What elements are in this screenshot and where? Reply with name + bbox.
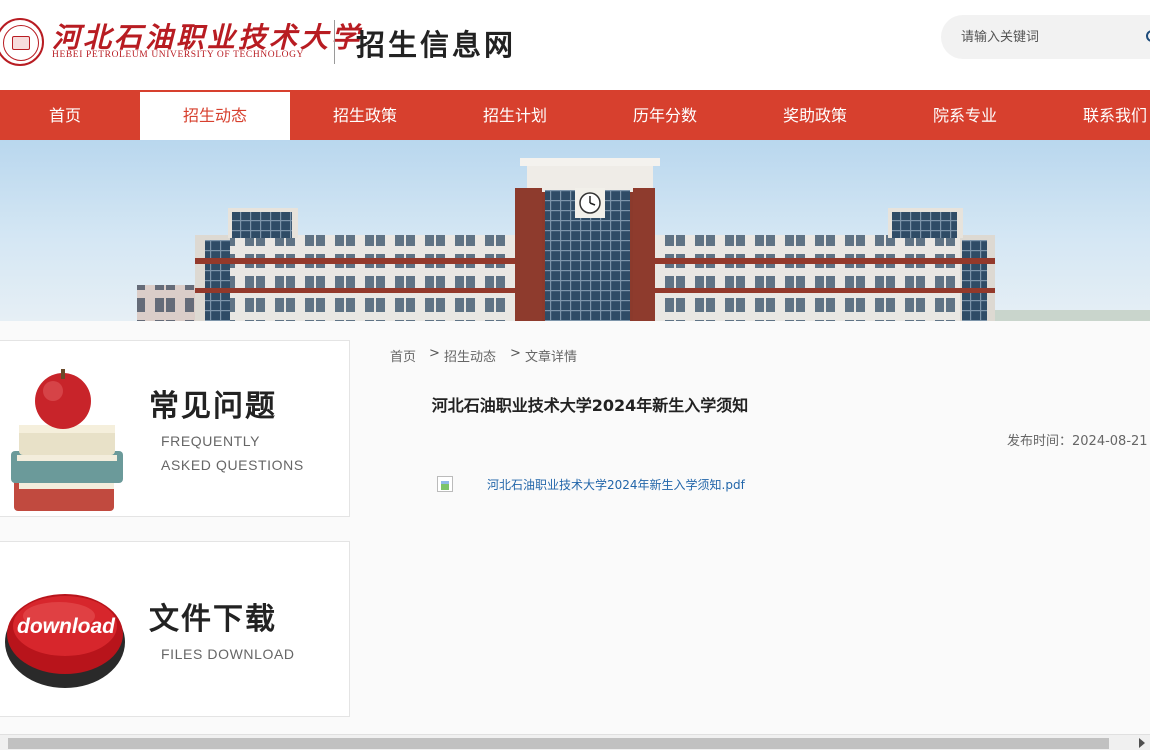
attachment-link[interactable]: 河北石油职业技术大学2024年新生入学须知.pdf xyxy=(487,476,745,493)
breadcrumb-separator: > xyxy=(429,346,440,361)
article-title: 河北石油职业技术大学2024年新生入学须知 xyxy=(431,396,749,415)
scroll-right-arrow-icon[interactable] xyxy=(1139,738,1145,748)
faq-subtitle-line1: FREQUENTLY xyxy=(161,433,261,449)
main-nav: 首页 招生动态 招生政策 招生计划 历年分数 奖助政策 院系专业 联系我们 xyxy=(0,90,1150,140)
nav-item-departments[interactable]: 院系专业 xyxy=(890,90,1040,140)
download-button-label: download xyxy=(17,615,116,638)
site-header: 河北石油职业技术大学 HEBEI PETROLEUM UNIVERSITY OF… xyxy=(0,0,1150,90)
download-button-icon: download xyxy=(5,594,125,688)
attachment-image-icon xyxy=(437,476,453,492)
scrollbar-thumb[interactable] xyxy=(8,738,1109,749)
campus-banner xyxy=(0,140,1150,321)
breadcrumb-home[interactable]: 首页 xyxy=(390,346,416,365)
faq-card[interactable]: 常见问题 FREQUENTLY ASKED QUESTIONS xyxy=(0,340,350,517)
download-title: 文件下载 xyxy=(149,602,277,637)
faq-subtitle-line2: ASKED QUESTIONS xyxy=(161,457,304,473)
nav-item-contact[interactable]: 联系我们 xyxy=(1040,90,1150,140)
campus-building-image xyxy=(137,158,1150,321)
logo-divider xyxy=(334,20,335,64)
nav-item-admission-policy[interactable]: 招生政策 xyxy=(290,90,440,140)
horizontal-scrollbar[interactable] xyxy=(0,734,1150,750)
nav-item-financial-aid[interactable]: 奖助政策 xyxy=(740,90,890,140)
faq-title: 常见问题 xyxy=(149,389,277,424)
nav-item-admission-plan[interactable]: 招生计划 xyxy=(440,90,590,140)
breadcrumb-section[interactable]: 招生动态 xyxy=(444,346,496,365)
breadcrumb-separator: > xyxy=(510,346,521,361)
university-seal-icon xyxy=(0,18,44,66)
download-card[interactable]: download 文件下载 FILES DOWNLOAD xyxy=(0,541,350,717)
breadcrumb-current: 文章详情 xyxy=(525,350,578,365)
article-publish-date: 发布时间：2024-08-21 xyxy=(1007,434,1148,449)
page: 河北石油职业技术大学 HEBEI PETROLEUM UNIVERSITY OF… xyxy=(0,0,1150,750)
nav-item-past-scores[interactable]: 历年分数 xyxy=(590,90,740,140)
apple-books-icon xyxy=(11,369,123,511)
nav-item-admission-news[interactable]: 招生动态 xyxy=(140,92,290,140)
university-name-en: HEBEI PETROLEUM UNIVERSITY OF TECHNOLOGY xyxy=(52,50,304,60)
nav-item-home[interactable]: 首页 xyxy=(0,90,140,140)
download-subtitle: FILES DOWNLOAD xyxy=(161,646,295,662)
search-input[interactable] xyxy=(941,15,1150,59)
site-title: 招生信息网 xyxy=(356,28,517,62)
